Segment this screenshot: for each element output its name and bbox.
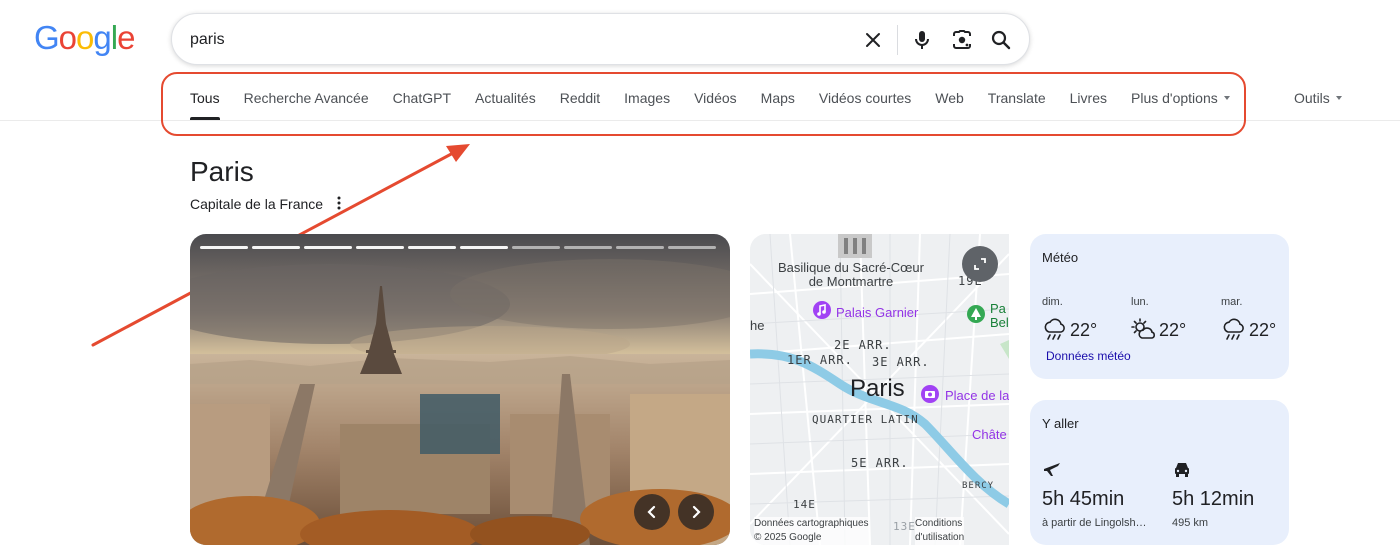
drive-duration: 5h 12min [1172,488,1255,510]
map-label-13e: 13E [893,520,916,533]
carousel-progress-segment [304,246,352,249]
plane-icon [1044,463,1060,476]
map-label-3e: 3E ARR. [872,355,930,369]
rain-icon [1223,318,1244,340]
search-input[interactable] [190,27,830,53]
map-landmark-line2: de Montmartre [808,274,894,289]
flight-duration: 5h 45min [1042,488,1125,510]
map-park-line1: Pa [990,301,1006,316]
camera-icon[interactable] [950,28,974,52]
carousel-progress-segment [668,246,716,249]
map-label-paris: Paris [850,375,905,402]
mic-icon[interactable] [910,28,934,52]
carousel-progress [200,246,716,249]
chevron-down-icon [1335,96,1342,101]
flight-origin: à partir de Lingolsh… [1042,517,1147,529]
map-label-2e: 2E ARR. [834,338,892,352]
carousel-progress-segment [252,246,300,249]
carousel-progress-segment [200,246,248,249]
carousel-progress-segment [564,246,612,249]
music-pin-icon[interactable] [812,300,832,320]
google-logo[interactable]: Google [34,18,135,58]
map-terms-link[interactable]: Conditions d'utilisation [915,517,965,545]
partly-sunny-icon [1131,318,1156,339]
map-attribution-line1: Données cartographiques [754,518,869,529]
carousel-progress-segment [460,246,508,249]
entity-title: Paris [190,156,254,187]
weather-data-link[interactable]: Données météo [1046,349,1131,363]
carousel-progress-segment [512,246,560,249]
paris-map[interactable]: Basilique du Sacré-Cœur de Montmartre 19… [750,234,1009,545]
weather-card[interactable]: Météo dim. 22° lun. 22° mar. 22° Données… [1030,234,1289,379]
directions-title: Y aller [1042,416,1079,431]
directions-card[interactable]: Y aller 5h 45min à partir de Lingolsh… 5… [1030,400,1289,545]
map-label-park: Pa Bel [990,302,1009,330]
car-icon [1175,463,1189,477]
search-icon[interactable] [989,28,1013,52]
camera-pin-icon[interactable] [920,384,940,404]
weather-temp: 22° [1159,320,1187,340]
rain-icon [1044,318,1065,340]
weather-day-label: dim. [1042,296,1063,308]
tools-label: Outils [1294,90,1330,106]
tree-pin-icon[interactable] [966,304,986,324]
map-landmark-line1: Basilique du Sacré-Cœur [778,260,924,275]
map-label-14e: 14E [793,498,816,511]
entity-subtitle: Capitale de la France [190,196,324,212]
map-label-place-vosges[interactable]: Place de la [945,388,1009,403]
map-terms-line1: Conditions [915,518,963,529]
map-label-edge: he [750,318,765,333]
weather-temp: 22° [1249,320,1277,340]
search-box [171,13,1030,65]
map-attribution: Données cartographiques © 2025 Google [754,517,869,545]
map-label-5e: 5E ARR. [851,456,909,470]
carousel-progress-segment [408,246,456,249]
map-label-chateau: Châte [972,427,1007,442]
carousel-next-button[interactable] [678,494,714,530]
map-attribution-line2: © 2025 Google [754,532,822,543]
weather-temp: 22° [1070,320,1098,340]
expand-icon [974,258,986,270]
search-divider [897,25,898,55]
carousel-progress-segment [616,246,664,249]
chevron-right-icon [692,505,701,519]
annotation-highlight-box [161,72,1246,136]
map-label-1er: 1ER ARR. [787,353,853,367]
carousel-prev-button[interactable] [634,494,670,530]
weather-day-label: mar. [1221,296,1243,308]
map-terms-line2: d'utilisation [915,532,965,543]
weather-day-label: lun. [1131,296,1149,308]
close-icon[interactable] [861,28,885,52]
map-label-bercy: BERCY [962,481,995,491]
map-expand-button[interactable] [962,246,998,282]
map-park-line2: Bel [990,315,1009,330]
more-vert-icon[interactable] [331,194,347,212]
weather-title: Météo [1042,250,1079,265]
map-label-palais-garnier[interactable]: Palais Garnier [836,305,918,320]
tools-button[interactable]: Outils [1294,90,1342,106]
chevron-left-icon [647,505,656,519]
map-label-sacre-coeur[interactable]: Basilique du Sacré-Cœur de Montmartre [778,261,924,289]
map-label-quartier-latin: QUARTIER LATIN [812,413,919,426]
drive-distance: 495 km [1172,517,1209,529]
carousel-progress-segment [356,246,404,249]
paris-photo-carousel[interactable] [190,234,730,545]
